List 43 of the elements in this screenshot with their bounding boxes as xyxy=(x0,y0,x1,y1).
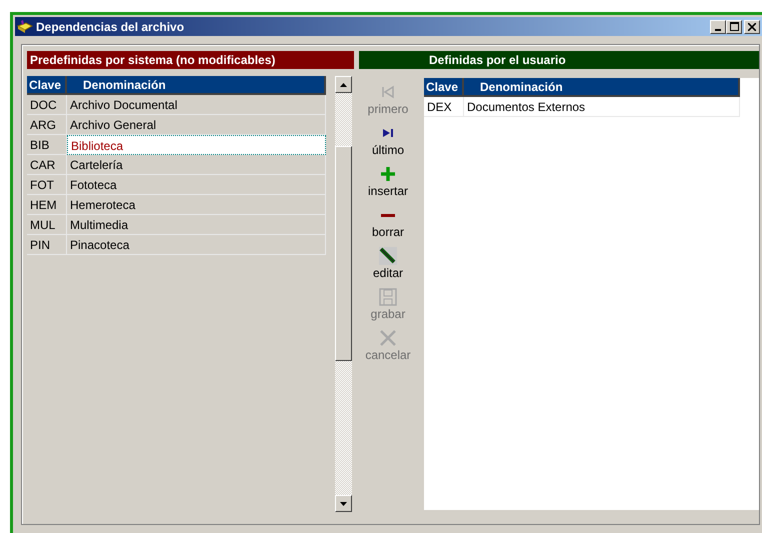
down-arrow-icon xyxy=(340,502,347,506)
table-cell[interactable]: Documentos Externos xyxy=(464,97,740,117)
scrollbar[interactable] xyxy=(335,76,352,512)
minimize-button[interactable] xyxy=(710,20,726,34)
table-cell[interactable]: Biblioteca xyxy=(67,135,326,155)
section-header: Definidas por el usuario xyxy=(359,51,759,69)
toolbar-button[interactable]: borrar xyxy=(360,205,416,246)
scroll-up-button[interactable] xyxy=(335,76,352,93)
maximize-icon xyxy=(730,22,738,31)
toolbar-button[interactable]: editar xyxy=(360,246,416,287)
maximize-button[interactable] xyxy=(726,20,742,34)
table-cell[interactable]: Fototeca xyxy=(67,175,326,195)
minus-icon xyxy=(381,214,395,217)
cross-icon xyxy=(378,328,398,348)
table-cell[interactable]: HEM xyxy=(27,195,67,215)
pencil-icon xyxy=(378,246,398,266)
table-cell[interactable]: DOC xyxy=(27,95,67,115)
table-cell[interactable]: MUL xyxy=(27,215,67,235)
minimize-icon xyxy=(715,28,721,30)
toolbar-button[interactable]: último xyxy=(360,123,416,164)
table-cell[interactable]: FOT xyxy=(27,175,67,195)
column-header[interactable]: Denominación xyxy=(67,76,326,95)
close-icon xyxy=(748,22,756,30)
section-header: Predefinidas por sistema (no modificables) xyxy=(27,51,354,69)
column-header[interactable]: Clave xyxy=(27,76,67,95)
scroll-down-button[interactable] xyxy=(335,495,352,512)
table-cell[interactable]: ARG xyxy=(27,115,67,135)
close-button[interactable] xyxy=(744,20,760,34)
table-cell[interactable]: Hemeroteca xyxy=(67,195,326,215)
plus-icon xyxy=(378,164,398,184)
table-cell[interactable]: Multimedia xyxy=(67,215,326,235)
column-header[interactable]: Clave xyxy=(424,78,464,97)
table-cell[interactable]: Cartelería xyxy=(67,155,326,175)
scroll-thumb[interactable] xyxy=(335,146,352,361)
table-cell[interactable]: CAR xyxy=(27,155,67,175)
table-cell[interactable]: DEX xyxy=(424,97,464,117)
table-cell[interactable]: Pinacoteca xyxy=(67,235,326,255)
table-cell[interactable]: PIN xyxy=(27,235,67,255)
column-header[interactable]: Denominación xyxy=(464,78,740,97)
toolbar-button[interactable]: insertar xyxy=(360,164,416,205)
up-arrow-icon xyxy=(340,82,347,86)
window-title: Dependencias del archivo xyxy=(36,20,186,34)
table-cell[interactable]: Archivo Documental xyxy=(67,95,326,115)
